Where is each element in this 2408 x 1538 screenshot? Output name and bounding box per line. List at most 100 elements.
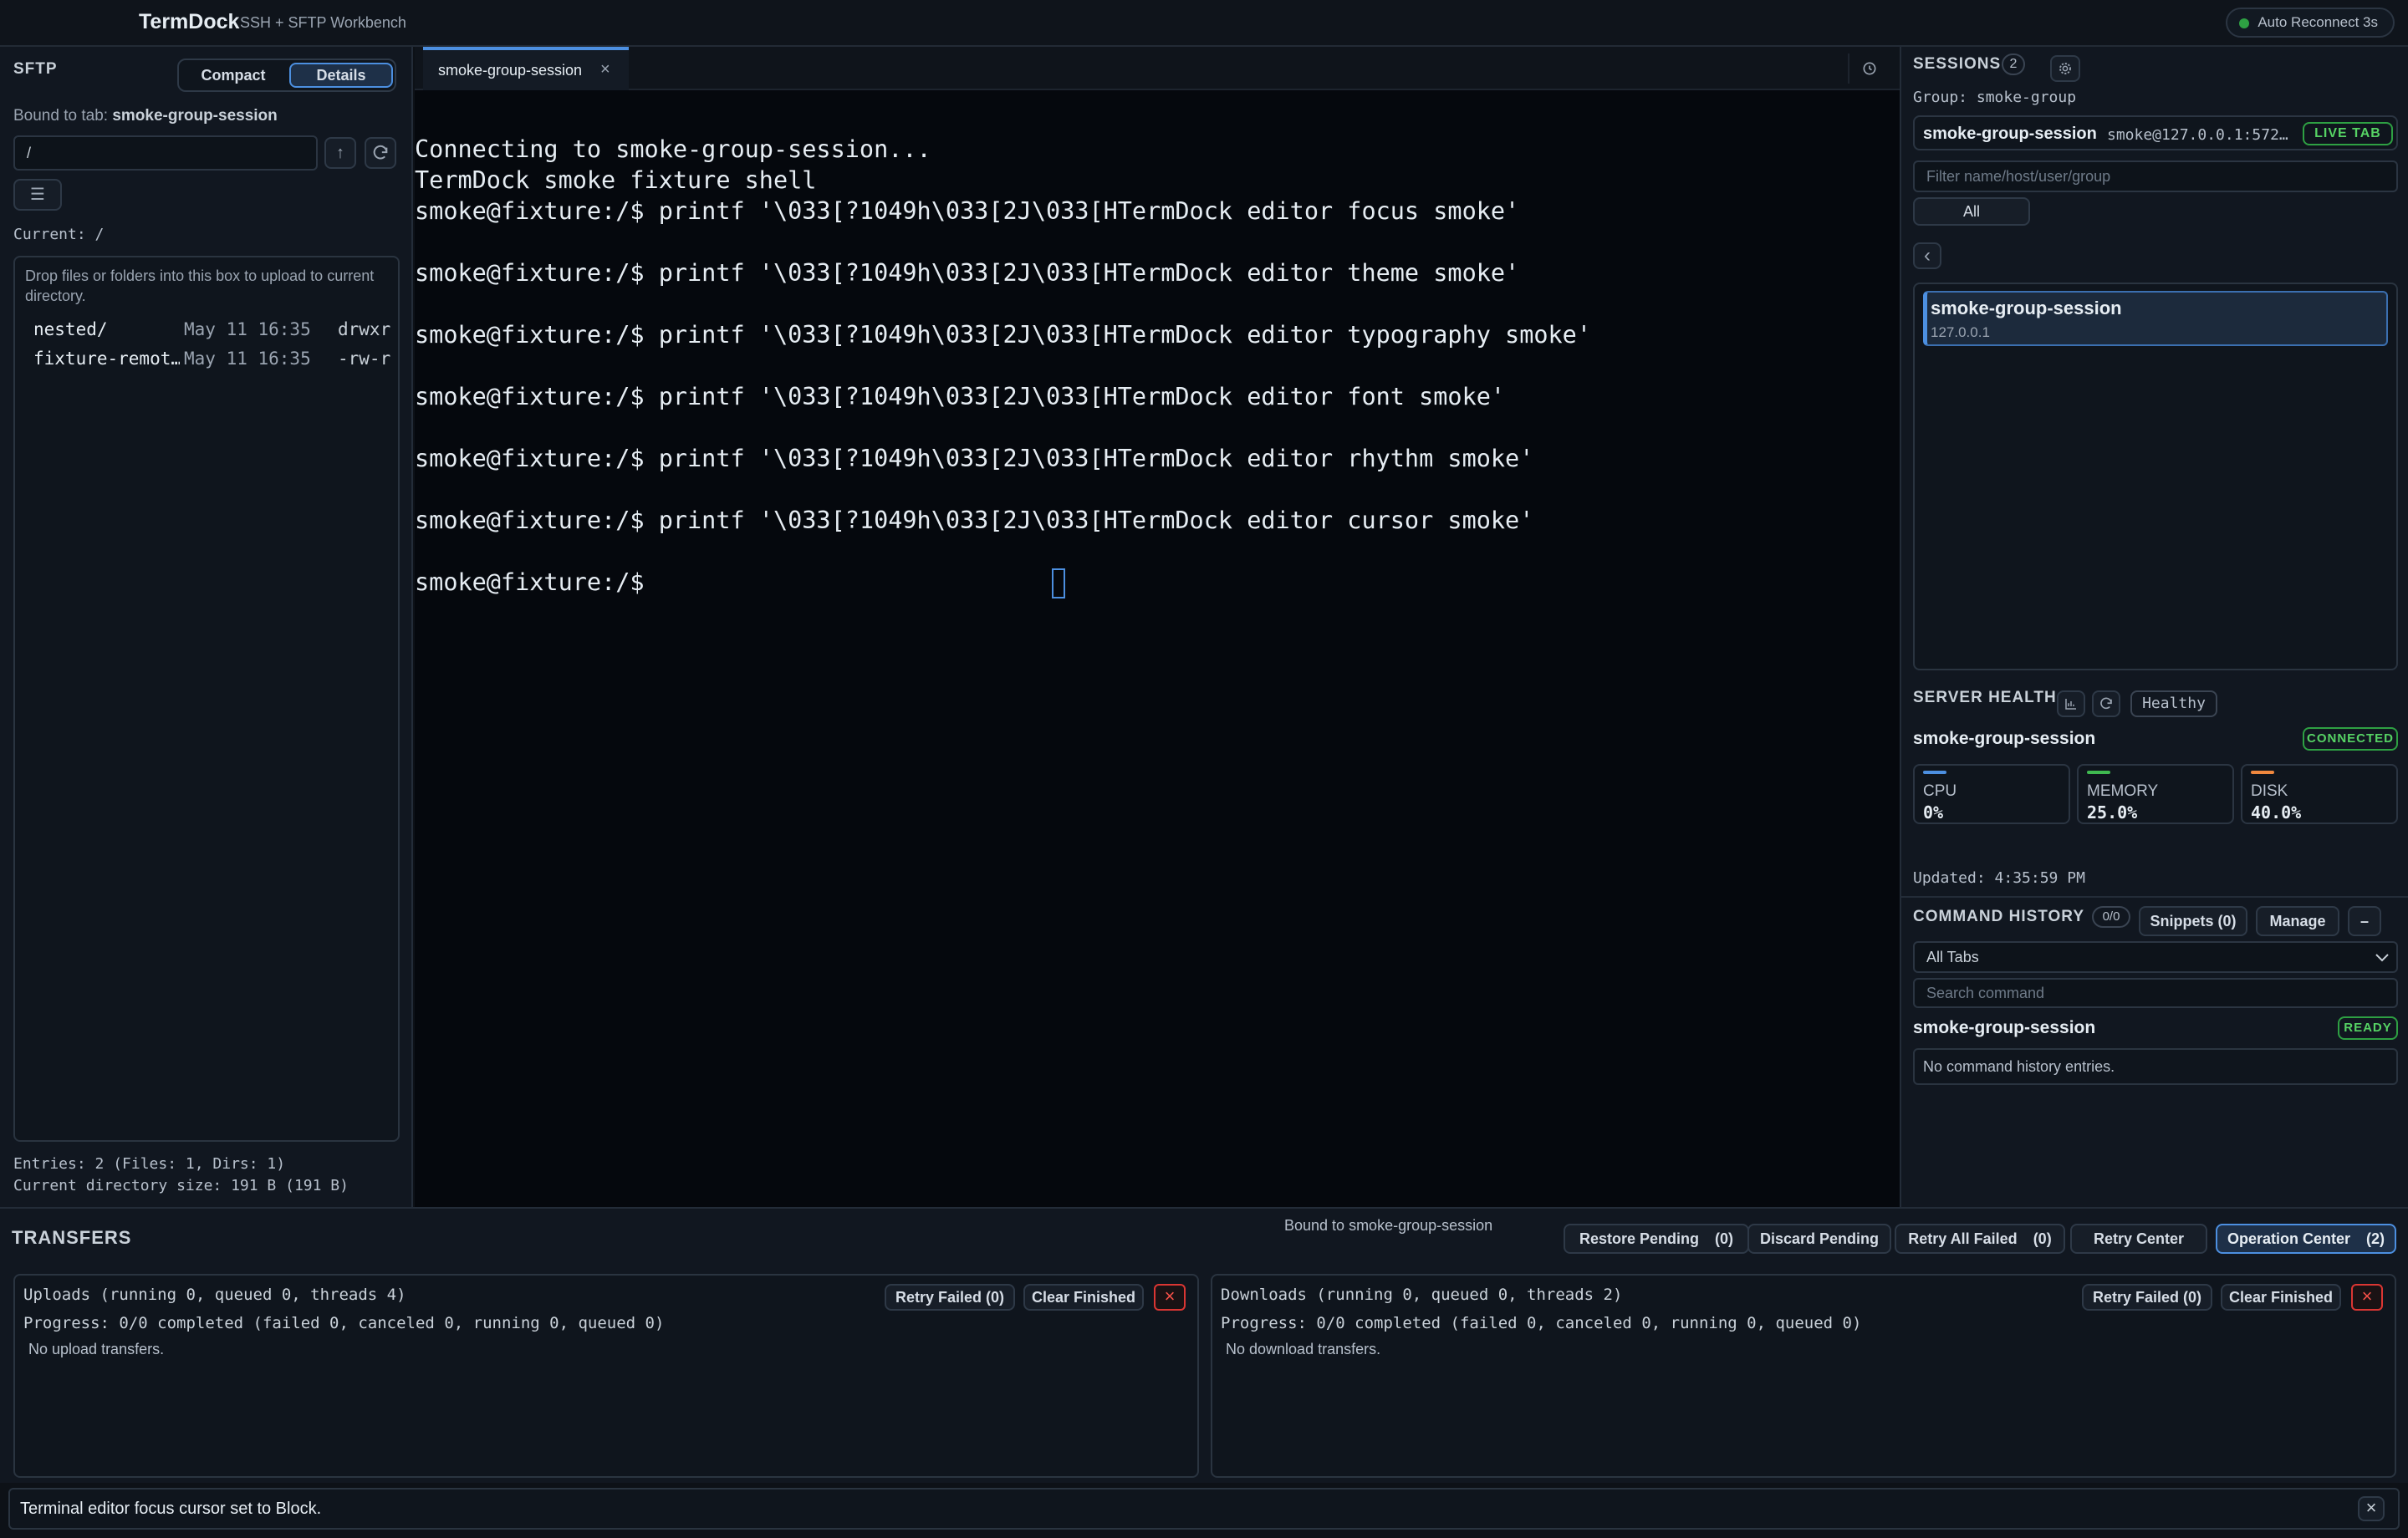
close-icon: × bbox=[2365, 1497, 2377, 1518]
uploads-retry-failed-button[interactable]: Retry Failed (0) bbox=[885, 1284, 1015, 1311]
collapse-button[interactable]: – bbox=[2348, 906, 2381, 936]
refresh-button[interactable] bbox=[365, 137, 396, 169]
terminal-line: TermDock smoke fixture shell bbox=[415, 166, 817, 194]
retry-all-failed-count: (0) bbox=[2033, 1230, 2052, 1247]
history-button[interactable] bbox=[1848, 53, 1886, 84]
terminal-prompt: smoke@fixture:/$ bbox=[415, 568, 659, 596]
uploads-empty: No upload transfers. bbox=[28, 1341, 165, 1357]
tab-label: smoke-group-session bbox=[438, 62, 583, 79]
uploads-cancel-icon[interactable]: × bbox=[1154, 1284, 1186, 1311]
downloads-box: Downloads (running 0, queued 0, threads … bbox=[1211, 1274, 2396, 1478]
arrow-up-icon: ↑ bbox=[336, 144, 344, 162]
search-command-placeholder: Search command bbox=[1926, 985, 2045, 1001]
history-session-name: smoke-group-session bbox=[1913, 1018, 2096, 1037]
live-session-card[interactable]: smoke-group-session smoke@127.0.0.1:572…… bbox=[1913, 115, 2398, 150]
retry-all-failed-button[interactable]: Retry All Failed (0) bbox=[1895, 1224, 2065, 1254]
divider bbox=[1901, 896, 2408, 898]
terminal-line: Connecting to smoke-group-session... bbox=[415, 135, 931, 163]
disk-value: 40.0% bbox=[2251, 802, 2302, 822]
filter-all-button[interactable]: All bbox=[1913, 197, 2030, 226]
sftp-title: SFTP bbox=[13, 60, 58, 78]
health-refresh-button[interactable] bbox=[2092, 690, 2120, 717]
session-list-item[interactable]: smoke-group-session 127.0.0.1 bbox=[1923, 291, 2388, 346]
bound-prefix: Bound to tab: bbox=[13, 107, 113, 125]
terminal-line: smoke@fixture:/$ printf '\033[?1049h\033… bbox=[415, 383, 1506, 410]
bound-tab-info: Bound to tab: smoke-group-session bbox=[13, 107, 278, 125]
sessions-settings-button[interactable] bbox=[2050, 55, 2080, 82]
disk-stat-card: DISK 40.0% bbox=[2241, 764, 2398, 824]
refresh-icon bbox=[373, 145, 388, 160]
health-updated: Updated: 4:35:59 PM bbox=[1913, 869, 2085, 887]
history-empty: No command history entries. bbox=[1923, 1058, 2115, 1075]
history-list: No command history entries. bbox=[1913, 1048, 2398, 1085]
menu-icon: ☰ bbox=[30, 186, 45, 204]
uploads-clear-finished-button[interactable]: Clear Finished bbox=[1023, 1284, 1144, 1311]
connected-badge: CONNECTED bbox=[2303, 727, 2398, 751]
file-row[interactable]: nested/ May 11 16:35 drwxr bbox=[33, 316, 393, 343]
remote-path-value: / bbox=[27, 145, 32, 161]
manage-button[interactable]: Manage bbox=[2256, 906, 2339, 936]
history-scope-value: All Tabs bbox=[1926, 949, 1979, 965]
dir-size: Current directory size: 191 B (191 B) bbox=[13, 1177, 349, 1194]
cpu-bar bbox=[1923, 771, 1946, 774]
view-mode-toggle: Compact Details bbox=[177, 59, 396, 92]
transfers-panel: TRANSFERS Bound to smoke-group-session R… bbox=[0, 1207, 2408, 1483]
bar-chart-icon bbox=[2065, 699, 2076, 710]
chevron-left-icon: ‹ bbox=[1924, 244, 1931, 267]
history-count: 0/0 bbox=[2092, 906, 2130, 928]
bound-tab-name: smoke-group-session bbox=[112, 107, 278, 125]
terminal-panel: smoke-group-session × Connecting to smok… bbox=[415, 47, 1900, 1207]
close-tab-icon[interactable]: × bbox=[600, 60, 610, 79]
memory-bar bbox=[2087, 771, 2110, 774]
restore-pending-button[interactable]: Restore Pending (0) bbox=[1564, 1224, 1749, 1254]
downloads-retry-failed-button[interactable]: Retry Failed (0) bbox=[2082, 1284, 2212, 1311]
downloads-progress: Progress: 0/0 completed (failed 0, cance… bbox=[1221, 1314, 1862, 1332]
back-button[interactable]: ‹ bbox=[1913, 242, 1941, 269]
downloads-cancel-icon[interactable]: × bbox=[2351, 1284, 2383, 1311]
status-dot-icon bbox=[2239, 18, 2250, 28]
file-permissions: -rw-r bbox=[338, 349, 391, 369]
search-command-input[interactable]: Search command bbox=[1913, 978, 2398, 1008]
terminal-line: smoke@fixture:/$ printf '\033[?1049h\033… bbox=[415, 197, 1520, 225]
transfers-bound: Bound to smoke-group-session bbox=[1284, 1217, 1493, 1234]
retry-center-button[interactable]: Retry Center bbox=[2070, 1224, 2207, 1254]
details-view-button[interactable]: Details bbox=[289, 63, 393, 88]
column-menu-button[interactable]: ☰ bbox=[13, 179, 62, 211]
parent-dir-button[interactable]: ↑ bbox=[324, 137, 356, 169]
uploads-box: Uploads (running 0, queued 0, threads 4)… bbox=[13, 1274, 1199, 1478]
operation-center-label: Operation Center bbox=[2227, 1230, 2350, 1247]
cpu-stat-card: CPU 0% bbox=[1913, 764, 2070, 824]
session-filter-input[interactable]: Filter name/host/user/group bbox=[1913, 160, 2398, 192]
downloads-clear-finished-button[interactable]: Clear Finished bbox=[2221, 1284, 2341, 1311]
health-session-name: smoke-group-session bbox=[1913, 729, 2096, 748]
auto-reconnect-label: Auto Reconnect 3s bbox=[2258, 14, 2378, 30]
compact-view-button[interactable]: Compact bbox=[182, 63, 284, 88]
history-icon bbox=[1863, 62, 1876, 75]
terminal-line: smoke@fixture:/$ printf '\033[?1049h\033… bbox=[415, 259, 1520, 287]
app-subtitle: SSH + SFTP Workbench bbox=[240, 14, 406, 31]
terminal-tab-strip: smoke-group-session × bbox=[415, 47, 1900, 90]
live-tab-badge: LIVE TAB bbox=[2303, 122, 2393, 145]
terminal-line: smoke@fixture:/$ printf '\033[?1049h\033… bbox=[415, 445, 1534, 472]
session-item-host: 127.0.0.1 bbox=[1931, 324, 1990, 340]
live-session-host: smoke@127.0.0.1:572… bbox=[2107, 126, 2288, 144]
discard-pending-button[interactable]: Discard Pending bbox=[1747, 1224, 1891, 1254]
cpu-value: 0% bbox=[1923, 802, 1944, 822]
tab-smoke-group-session[interactable]: smoke-group-session × bbox=[423, 47, 629, 90]
history-scope-select[interactable]: All Tabs bbox=[1913, 941, 2398, 973]
dismiss-toast-button[interactable]: × bbox=[2358, 1496, 2385, 1521]
remote-path-input[interactable]: / bbox=[13, 135, 318, 171]
upload-drop-zone[interactable]: Drop files or folders into this box to u… bbox=[13, 256, 400, 1142]
uploads-progress: Progress: 0/0 completed (failed 0, cance… bbox=[23, 1314, 665, 1332]
sessions-count: 2 bbox=[2002, 53, 2025, 75]
session-group-label: Group: smoke-group bbox=[1913, 89, 2077, 106]
auto-reconnect-toggle[interactable]: Auto Reconnect 3s bbox=[2226, 8, 2395, 38]
health-chart-button[interactable] bbox=[2057, 690, 2085, 717]
operation-center-button[interactable]: Operation Center (2) bbox=[2216, 1224, 2396, 1254]
right-panel: SESSIONS 2 Group: smoke-group smoke-grou… bbox=[1900, 47, 2408, 1207]
file-row[interactable]: fixture-remot… May 11 16:35 -rw-r bbox=[33, 345, 393, 372]
title-bar: TermDock SSH + SFTP Workbench Auto Recon… bbox=[0, 0, 2408, 47]
command-history-title: COMMAND HISTORY bbox=[1913, 908, 2084, 925]
snippets-button[interactable]: Snippets (0) bbox=[2139, 906, 2247, 936]
terminal-cursor bbox=[1052, 568, 1065, 598]
